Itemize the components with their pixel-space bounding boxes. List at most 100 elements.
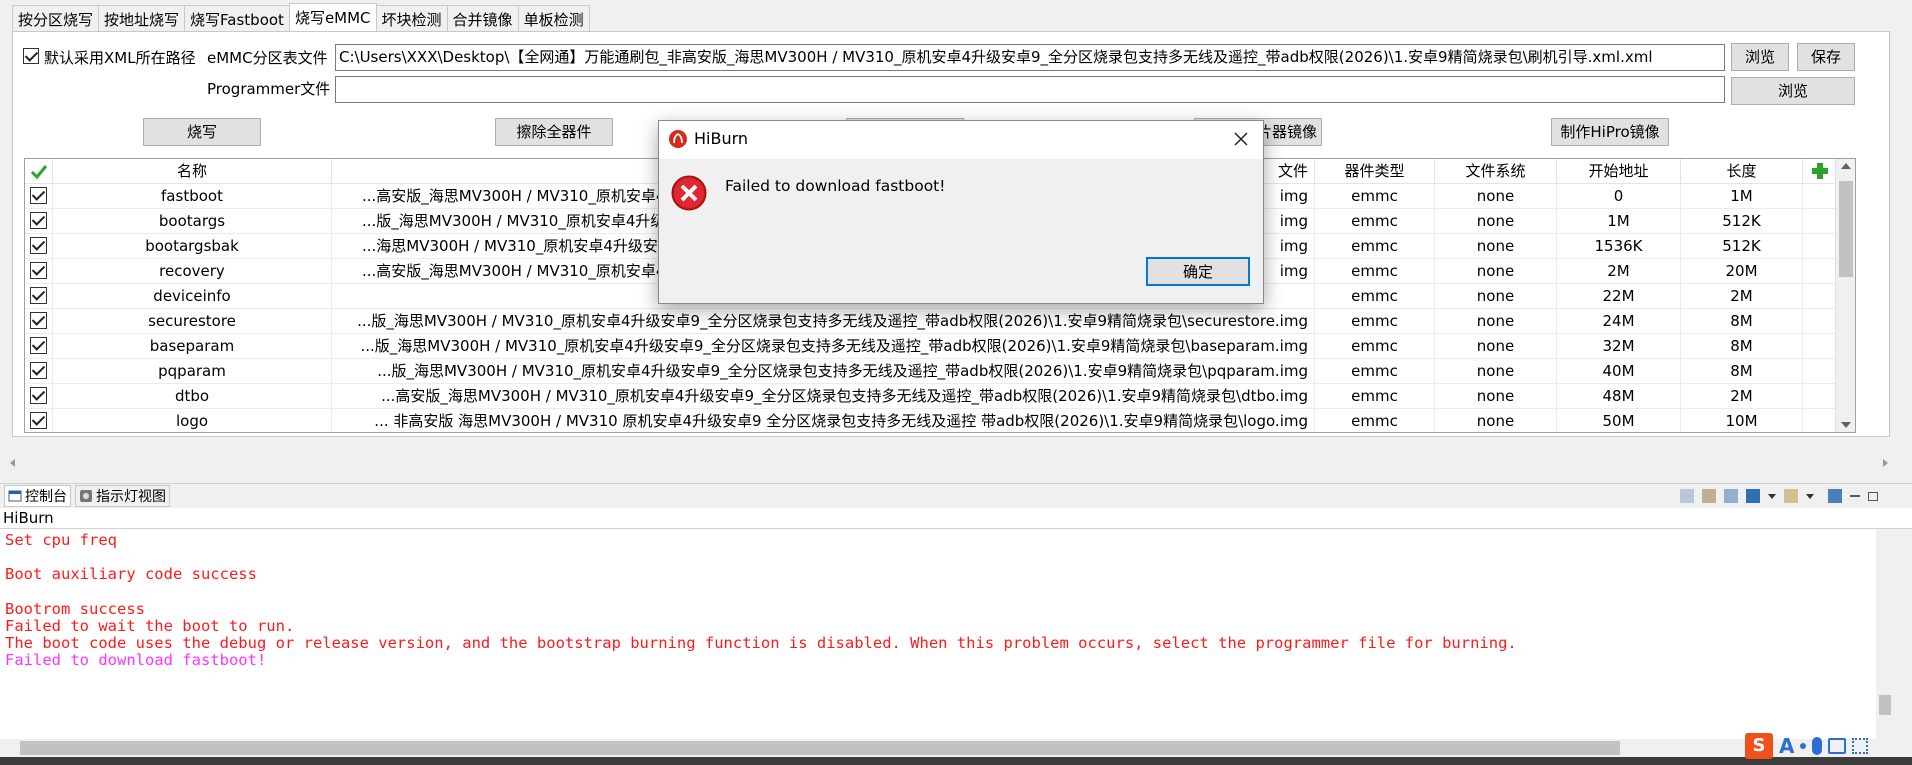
- checkbox-icon[interactable]: [30, 237, 47, 254]
- row-checkbox[interactable]: [25, 309, 53, 334]
- tab-led-view[interactable]: 指示灯视图: [75, 485, 170, 507]
- checkbox-icon[interactable]: [30, 187, 47, 204]
- dropdown2-icon[interactable]: [1806, 493, 1814, 499]
- scroll-up-icon[interactable]: [1841, 163, 1851, 169]
- console-horizontal-scrollbar[interactable]: [0, 739, 1894, 757]
- grid-scroll-thumb[interactable]: [1839, 181, 1853, 277]
- console-hscroll-thumb[interactable]: [20, 741, 1620, 755]
- row-filesystem: none: [1435, 309, 1557, 334]
- row-device-type: emmc: [1315, 309, 1435, 334]
- microphone-icon[interactable]: [1812, 737, 1823, 755]
- scroll-lock-icon[interactable]: [1702, 489, 1716, 503]
- row-checkbox[interactable]: [25, 384, 53, 409]
- row-file-path-left: ...高安版_海思MV300H / MV310_原机安卓4升级: [362, 262, 696, 280]
- keyboard-icon[interactable]: [1828, 738, 1847, 754]
- row-checkbox[interactable]: [25, 259, 53, 284]
- tab-console[interactable]: 控制台: [4, 485, 71, 507]
- tab-emmc-burn[interactable]: 烧写eMMC: [288, 3, 377, 31]
- row-file-path[interactable]: ...版_海思MV300H / MV310_原机安卓4升级安卓9_全分区烧录包支…: [332, 309, 1315, 334]
- row-file-path[interactable]: ...版_海思MV300H / MV310_原机安卓4升级安卓9_全分区烧录包支…: [332, 359, 1315, 384]
- tab-address-burn[interactable]: 按地址烧写: [98, 5, 186, 31]
- row-checkbox[interactable]: [25, 409, 53, 432]
- sogou-logo-icon[interactable]: S: [1745, 733, 1773, 759]
- row-name: pqparam: [53, 359, 332, 384]
- checkbox-icon[interactable]: [30, 362, 47, 379]
- header-filesystem[interactable]: 文件系统: [1435, 159, 1557, 184]
- table-row[interactable]: logo... 非高安版 海思MV300H / MV310 原机安卓4升级安卓9…: [25, 409, 1837, 432]
- row-file-path[interactable]: ...高安版_海思MV300H / MV310_原机安卓4升级安卓9_全分区烧录…: [332, 384, 1315, 409]
- programmer-input[interactable]: [335, 76, 1725, 103]
- tab-partition-burn[interactable]: 按分区烧写: [12, 5, 100, 31]
- table-row[interactable]: pqparam ...版_海思MV300H / MV310_原机安卓4升级安卓9_…: [25, 359, 1837, 384]
- scroll-down-icon[interactable]: [1841, 422, 1851, 428]
- dropdown-icon[interactable]: [1768, 493, 1776, 499]
- row-length: 20M: [1681, 259, 1803, 284]
- row-start-address: 2M: [1557, 259, 1681, 284]
- checkbox-icon[interactable]: [30, 412, 47, 429]
- minimize-icon[interactable]: [1850, 495, 1860, 497]
- make-hipro-button[interactable]: 制作HiPro镜像: [1551, 118, 1669, 146]
- header-device-type[interactable]: 器件类型: [1315, 159, 1435, 184]
- dialog-titlebar: HiBurn: [659, 121, 1263, 159]
- row-name: dtbo: [53, 384, 332, 409]
- select-all-icon[interactable]: [25, 159, 53, 184]
- header-name[interactable]: 名称: [53, 159, 332, 184]
- tab-board-check[interactable]: 单板检测: [517, 5, 590, 31]
- row-extra: [1803, 234, 1837, 259]
- emmc-table-input[interactable]: C:\Users\XXX\Desktop\【全网通】万能通刷包_非高安版_海思M…: [335, 44, 1725, 71]
- panel-vertical-scrollbar[interactable]: [1894, 0, 1912, 450]
- row-filesystem: none: [1435, 384, 1557, 409]
- table-row[interactable]: securestore ...版_海思MV300H / MV310_原机安卓4升级…: [25, 309, 1837, 334]
- toolbox-icon[interactable]: [1852, 738, 1869, 754]
- row-checkbox[interactable]: [25, 184, 53, 209]
- burn-button[interactable]: 烧写: [143, 118, 261, 146]
- tab-fastboot-burn[interactable]: 烧写Fastboot: [184, 5, 290, 31]
- browse-button[interactable]: 浏览: [1731, 43, 1789, 71]
- row-start-address: 48M: [1557, 384, 1681, 409]
- table-row[interactable]: baseparam ...版_海思MV300H / MV310_原机安卓4升级安卓…: [25, 334, 1837, 359]
- ime-toolbar: S A: [1745, 732, 1910, 760]
- checkbox-icon[interactable]: [30, 262, 47, 279]
- tab-merge-image[interactable]: 合并镜像: [446, 5, 519, 31]
- hiburn-app-icon: [669, 130, 687, 148]
- row-filesystem: none: [1435, 184, 1557, 209]
- row-checkbox[interactable]: [25, 334, 53, 359]
- checkbox-icon[interactable]: [30, 387, 47, 404]
- dialog-close-icon[interactable]: [1229, 127, 1253, 151]
- row-checkbox[interactable]: [25, 359, 53, 384]
- new-console-icon[interactable]: [1784, 489, 1798, 503]
- checkbox-icon[interactable]: [30, 312, 47, 329]
- row-checkbox[interactable]: [25, 234, 53, 259]
- grid-vertical-scrollbar[interactable]: [1835, 159, 1855, 432]
- open-console-icon[interactable]: [1828, 489, 1842, 503]
- default-xml-path-checkbox[interactable]: [23, 48, 39, 68]
- tab-bad-block[interactable]: 坏块检测: [375, 5, 448, 31]
- row-extra: [1803, 209, 1837, 234]
- console-vertical-scrollbar[interactable]: [1876, 529, 1894, 739]
- save-button[interactable]: 保存: [1797, 43, 1855, 71]
- checkbox-icon[interactable]: [30, 212, 47, 229]
- row-checkbox[interactable]: [25, 209, 53, 234]
- display-console-icon[interactable]: [1746, 489, 1760, 503]
- erase-all-button[interactable]: 擦除全器件: [495, 118, 613, 146]
- console-output[interactable]: Set cpu freq Boot auxiliary code success B…: [0, 529, 1894, 739]
- checkbox-icon[interactable]: [30, 287, 47, 304]
- browse-programmer-button[interactable]: 浏览: [1731, 77, 1855, 105]
- maximize-icon[interactable]: [1868, 491, 1878, 501]
- row-file-path[interactable]: ...版_海思MV300H / MV310_原机安卓4升级安卓9_全分区烧录包支…: [332, 334, 1315, 359]
- dialog-ok-button[interactable]: 确定: [1146, 257, 1250, 286]
- header-length[interactable]: 长度: [1681, 159, 1803, 184]
- console-line: Failed to download fastboot!: [5, 651, 267, 669]
- pin-console-icon[interactable]: [1724, 489, 1738, 503]
- header-start-address[interactable]: 开始地址: [1557, 159, 1681, 184]
- checkbox-icon[interactable]: [30, 337, 47, 354]
- add-row-icon[interactable]: [1803, 159, 1837, 184]
- ime-mode-letter[interactable]: A: [1779, 734, 1794, 758]
- punctuation-icon[interactable]: [1800, 743, 1807, 749]
- table-row[interactable]: dtbo ...高安版_海思MV300H / MV310_原机安卓4升级安卓9_全…: [25, 384, 1837, 409]
- row-file-path[interactable]: ... 非高安版 海思MV300H / MV310 原机安卓4升级安卓9 全分区…: [332, 409, 1315, 432]
- panel-horizontal-scrollbar[interactable]: [6, 455, 1894, 471]
- clear-console-icon[interactable]: [1680, 489, 1694, 503]
- row-length: 512K: [1681, 209, 1803, 234]
- row-checkbox[interactable]: [25, 284, 53, 309]
